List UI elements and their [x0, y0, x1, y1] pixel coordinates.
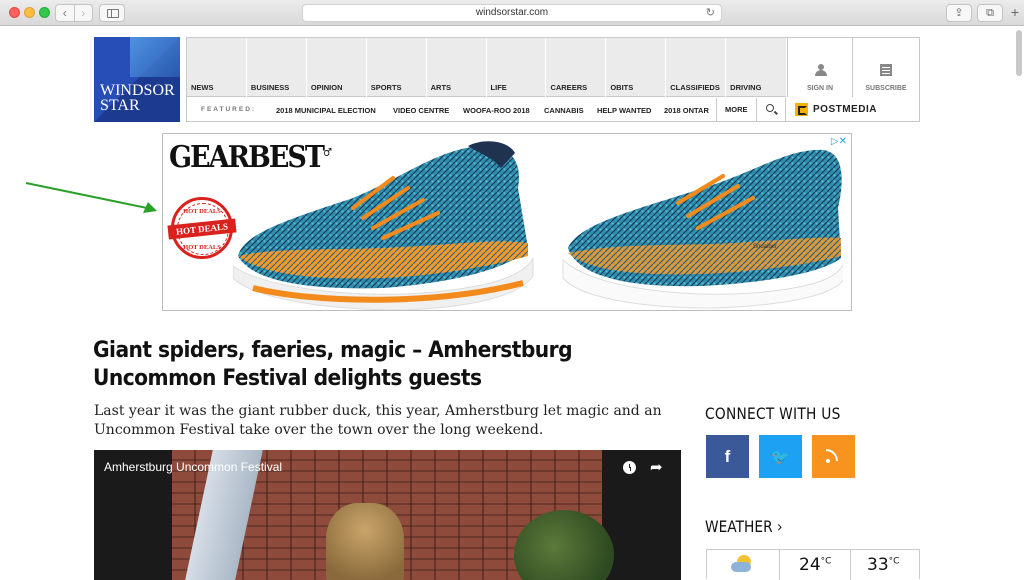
nav-item-life[interactable]: LIFE [487, 38, 547, 97]
nav-item-classifieds[interactable]: CLASSIFIEDS [666, 38, 727, 97]
video-player[interactable]: Amherstburg Uncommon Festival ➦ [94, 450, 681, 580]
postmedia-link[interactable]: POSTMEDIA [813, 104, 877, 115]
article-headline[interactable]: Giant spiders, faeries, magic – Amherstb… [93, 337, 645, 393]
nav-item-business[interactable]: BUSINESS [247, 38, 307, 97]
postmedia-logo-icon [795, 103, 808, 116]
share-icon[interactable]: ➦ [650, 458, 663, 476]
rss-icon [826, 449, 840, 463]
featured-bar: FEATURED: 2018 MUNICIPAL ELECTION VIDEO … [187, 98, 919, 122]
featured-link-ontario[interactable]: 2018 ONTAR [664, 106, 715, 115]
nav-item-news[interactable]: NEWS [187, 38, 247, 97]
minimize-window-button[interactable] [24, 7, 35, 18]
nav-item-driving[interactable]: DRIVING [726, 38, 786, 97]
newspaper-icon [880, 64, 892, 76]
video-thumbnail-person [326, 503, 404, 580]
featured-link-municipal-election[interactable]: 2018 MUNICIPAL ELECTION [276, 106, 376, 115]
nav-item-careers[interactable]: CAREERS [546, 38, 607, 97]
history-buttons: ‹ › [55, 4, 93, 22]
rss-button[interactable] [812, 435, 855, 478]
advertisement-banner[interactable]: GEARBEST♂ ▷✕ HOT DEALS HOT DEALS HOT DEA… [162, 133, 852, 311]
search-button[interactable] [756, 98, 786, 122]
back-button[interactable]: ‹ [56, 5, 74, 21]
nav-item-obits[interactable]: OBITS [606, 38, 667, 97]
sign-in-button[interactable]: SIGN IN [787, 38, 853, 97]
watch-later-icon[interactable] [623, 461, 636, 474]
more-menu-button[interactable]: MORE [716, 98, 756, 122]
partly-cloudy-icon [731, 555, 753, 575]
reload-icon[interactable]: ↻ [706, 5, 715, 21]
current-temperature: 24°C [799, 555, 832, 575]
weather-widget[interactable]: 24°C 33°C [706, 549, 920, 580]
twitter-icon: 🐦 [771, 449, 790, 466]
featured-link-help-wanted[interactable]: HELP WANTED [597, 106, 651, 115]
search-icon [766, 104, 774, 112]
section-nav: NEWS BUSINESS OPINION SPORTS ARTS LIFE C… [187, 38, 786, 97]
windsor-star-logo[interactable]: WINDSOR STAR [94, 37, 180, 122]
sneakers-image: Souaiber [233, 141, 843, 310]
featured-label: FEATURED: [201, 106, 257, 113]
sidebar-toggle-button[interactable] [99, 4, 125, 22]
shoe-brand-label: Souaiber [753, 244, 777, 250]
browser-toolbar: ‹ › windsorstar.com ↻ ⇪ ⧉ + [0, 0, 1024, 26]
article-deck: Last year it was the giant rubber duck, … [94, 403, 662, 438]
hot-deals-stamp: HOT DEALS HOT DEALS HOT DEALS [167, 197, 237, 259]
featured-link-video-centre[interactable]: VIDEO CENTRE [393, 106, 449, 115]
new-tab-button[interactable]: + [1008, 4, 1022, 22]
page-scrollbar[interactable] [1016, 30, 1022, 76]
facebook-button[interactable]: f [706, 435, 749, 478]
user-icon [815, 64, 827, 76]
video-title[interactable]: Amherstburg Uncommon Festival [104, 460, 282, 474]
featured-link-cannabis[interactable]: CANNABIS [544, 106, 584, 115]
show-tabs-button[interactable]: ⧉ [977, 4, 1003, 22]
site-navigation: NEWS BUSINESS OPINION SPORTS ARTS LIFE C… [186, 37, 920, 122]
high-temperature: 33°C [867, 555, 900, 575]
nav-item-opinion[interactable]: OPINION [307, 38, 367, 97]
zoom-window-button[interactable] [39, 7, 50, 18]
nav-item-sports[interactable]: SPORTS [367, 38, 427, 97]
weather-heading[interactable]: WEATHER › [705, 517, 783, 536]
facebook-icon: f [724, 447, 731, 466]
logo-text: WINDSOR STAR [100, 82, 175, 114]
subscribe-button[interactable]: SUBSCRIBE [853, 38, 919, 97]
featured-link-woofa-roo[interactable]: WOOFA-ROO 2018 [463, 106, 530, 115]
url-text: windsorstar.com [475, 7, 549, 18]
sidebar-icon [107, 9, 119, 18]
nav-item-arts[interactable]: ARTS [427, 38, 487, 97]
connect-heading: CONNECT WITH US [705, 404, 841, 423]
share-button[interactable]: ⇪ [946, 4, 972, 22]
close-window-button[interactable] [9, 7, 20, 18]
address-bar[interactable]: windsorstar.com ↻ [302, 4, 722, 22]
forward-button[interactable]: › [73, 5, 93, 21]
twitter-button[interactable]: 🐦 [759, 435, 802, 478]
annotation-arrow-icon [25, 182, 157, 213]
